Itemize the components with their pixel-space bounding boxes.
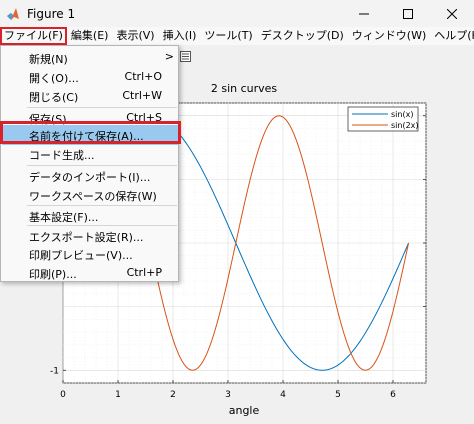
menu-item-import-data[interactable]: データのインポート(I)... [2,166,178,186]
menu-item-print-shortcut: Ctrl+P [126,266,162,279]
y-tick-label: -1 [50,366,59,376]
x-tick-label: 0 [60,390,66,400]
menu-item-print-label: 印刷(P)... [29,268,77,281]
menu-item-new[interactable]: 新規(N) > [2,48,178,68]
x-tick-label: 2 [170,390,176,400]
file-menu-dropdown: 新規(N) > 開く(O)... Ctrl+O 閉じる(C) Ctrl+W 保存… [0,45,179,282]
menu-item-preferences-label: 基本設定(F)... [29,211,99,224]
x-tick-label: 6 [390,390,396,400]
save-as-annotation-box [0,121,181,144]
menu-item-close-label: 閉じる(C) [29,91,79,104]
menu-item-generate-code-label: コード生成... [29,149,95,162]
menu-item-save-workspace[interactable]: ワークスペースの保存(W) [2,185,178,205]
menu-item-import-data-label: データのインポート(I)... [29,171,151,184]
menu-item-close[interactable]: 閉じる(C) Ctrl+W [2,86,178,106]
menu-item-open[interactable]: 開く(O)... Ctrl+O [2,67,178,87]
x-tick-label: 3 [225,390,231,400]
menu-item-generate-code[interactable]: コード生成... [2,144,178,164]
x-tick-label: 5 [335,390,341,400]
menu-item-save-workspace-label: ワークスペースの保存(W) [29,190,157,203]
x-tick-label: 1 [115,390,121,400]
menu-item-print-preview[interactable]: 印刷プレビュー(V)... [2,244,178,264]
legend-label-sin: sin(x) [391,110,413,119]
x-axis-label: angle [229,404,260,417]
submenu-arrow-icon: > [164,50,174,63]
x-tick-label: 4 [280,390,286,400]
menu-item-open-label: 開く(O)... [29,72,79,85]
menu-item-export-setup[interactable]: エクスポート設定(R)... [2,226,178,246]
menu-item-preferences[interactable]: 基本設定(F)... [2,206,178,226]
legend-label-sin2: sin(2x) [391,121,419,130]
legend[interactable]: sin(x) sin(2x) [347,106,419,132]
menu-item-new-label: 新規(N) [29,53,68,66]
menu-item-close-shortcut: Ctrl+W [122,89,162,102]
menu-item-print-preview-label: 印刷プレビュー(V)... [29,249,133,262]
menu-item-export-setup-label: エクスポート設定(R)... [29,231,144,244]
menu-item-open-shortcut: Ctrl+O [124,70,162,83]
menu-item-print[interactable]: 印刷(P)... Ctrl+P [2,263,178,283]
chart-title: 2 sin curves [211,82,278,95]
